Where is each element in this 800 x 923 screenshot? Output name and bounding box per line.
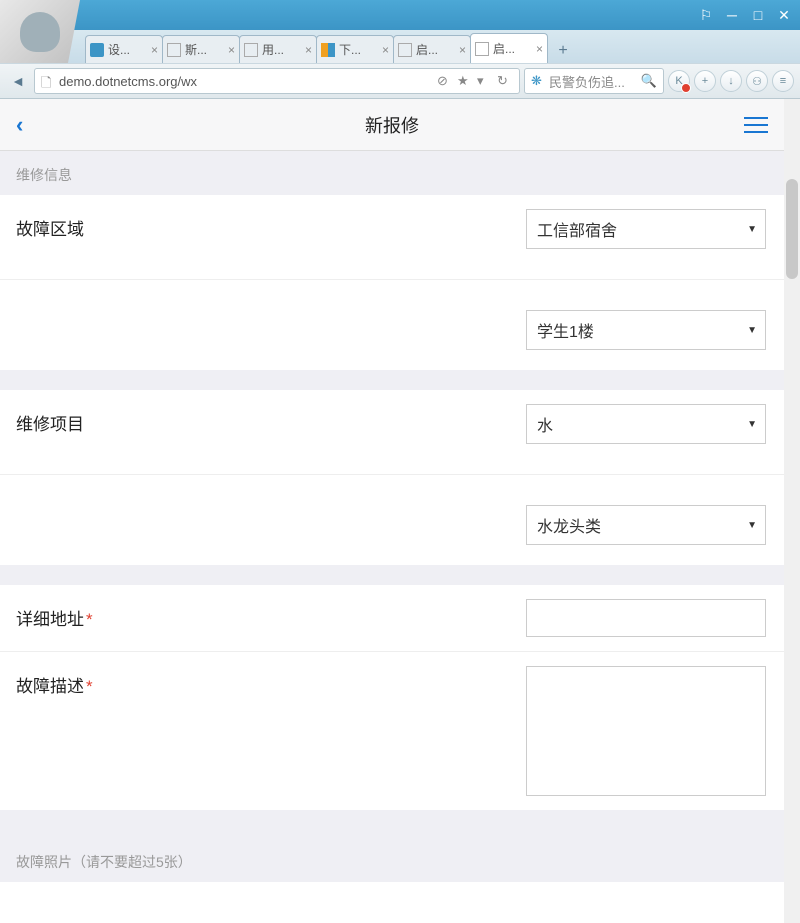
repair-item-label: 维修项目 — [16, 404, 216, 435]
select-value: 工信部宿舍 — [537, 217, 617, 241]
maximize-button[interactable]: □ — [746, 5, 770, 25]
scrollbar-track[interactable] — [784, 99, 800, 923]
ext-button-game[interactable]: ⚇ — [746, 70, 768, 92]
back-nav-button[interactable]: ◄ — [6, 69, 30, 93]
page-viewport: ‹ 新报修 维修信息 故障区域 工信部宿舍 — [0, 99, 800, 923]
tab-title: 斯... — [185, 41, 226, 58]
fault-area-select-1[interactable]: 工信部宿舍 — [526, 209, 766, 249]
browser-tab-0[interactable]: 设... × — [85, 35, 163, 63]
required-mark: * — [86, 610, 93, 629]
page-icon — [398, 43, 412, 57]
description-label: 故障描述* — [16, 666, 216, 697]
security-icon: 🗋 — [41, 74, 55, 88]
section-photos: 故障照片（请不要超过5张） — [0, 838, 784, 882]
page-icon — [244, 43, 258, 57]
paw-icon: ❋ — [531, 73, 545, 89]
mobile-header: ‹ 新报修 — [0, 99, 784, 151]
browser-tab-1[interactable]: 斯... × — [162, 35, 240, 63]
star-icon[interactable]: ★ — [457, 73, 473, 89]
search-icon[interactable]: 🔍 — [641, 73, 657, 89]
tab-title: 用... — [262, 41, 303, 58]
browser-tab-3[interactable]: 下... × — [316, 35, 394, 63]
browser-logo-icon[interactable] — [0, 0, 80, 63]
browser-window: ⚐ ─ □ ✕ 设... × 斯... × 用... × 下... × 启... — [0, 0, 800, 923]
browser-tab-2[interactable]: 用... × — [239, 35, 317, 63]
url-box[interactable]: 🗋 demo.dotnetcms.org/wx ⊘ ★ ▾ ↻ — [34, 68, 520, 94]
tab-close-icon[interactable]: × — [382, 43, 389, 57]
ext-button-menu[interactable]: ≡ — [772, 70, 794, 92]
section-maintenance-info: 维修信息 — [0, 151, 784, 195]
required-mark: * — [86, 677, 93, 696]
page-icon — [475, 42, 489, 56]
description-textarea[interactable] — [526, 666, 766, 796]
repair-item-group: 维修项目 水 水龙头类 — [0, 390, 784, 565]
tab-close-icon[interactable]: × — [305, 43, 312, 57]
select-value: 学生1楼 — [537, 318, 594, 342]
url-actions: ⊘ ★ ▾ ↻ — [437, 73, 513, 89]
fault-area-select-2[interactable]: 学生1楼 — [526, 310, 766, 350]
minimize-button[interactable]: ─ — [720, 5, 744, 25]
window-controls: ⚐ ─ □ ✕ — [0, 0, 800, 30]
tab-title: 启... — [416, 41, 457, 58]
dropdown-icon[interactable]: ▾ — [477, 73, 493, 89]
page-icon — [321, 43, 335, 57]
back-button[interactable]: ‹ — [16, 112, 46, 138]
address-label: 详细地址* — [16, 599, 216, 630]
ext-button-plus[interactable]: + — [694, 70, 716, 92]
tab-bar: 设... × 斯... × 用... × 下... × 启... × 启... … — [0, 30, 800, 63]
ext-button-k[interactable]: K — [668, 70, 690, 92]
scrollbar-thumb[interactable] — [786, 179, 798, 279]
fault-area-label: 故障区域 — [16, 209, 216, 240]
search-box[interactable]: ❋ 民警负伤追... 🔍 — [524, 68, 664, 94]
shield-icon[interactable]: ⊘ — [437, 73, 453, 89]
tab-close-icon[interactable]: × — [459, 43, 466, 57]
tab-title: 下... — [339, 41, 380, 58]
search-placeholder: 民警负伤追... — [549, 72, 641, 91]
address-bar: ◄ 🗋 demo.dotnetcms.org/wx ⊘ ★ ▾ ↻ ❋ 民警负伤… — [0, 63, 800, 99]
tab-title: 设... — [108, 41, 149, 58]
select-value: 水 — [537, 412, 553, 436]
tab-close-icon[interactable]: × — [151, 43, 158, 57]
tab-icon — [90, 43, 104, 57]
photo-upload-area[interactable] — [0, 882, 784, 923]
tab-close-icon[interactable]: × — [536, 42, 543, 56]
select-value: 水龙头类 — [537, 513, 601, 537]
page-content: ‹ 新报修 维修信息 故障区域 工信部宿舍 — [0, 99, 784, 923]
browser-tab-5[interactable]: 启... × — [470, 33, 548, 63]
new-tab-button[interactable]: + — [551, 39, 575, 63]
tab-close-icon[interactable]: × — [228, 43, 235, 57]
notification-icon[interactable]: ⚐ — [694, 5, 718, 25]
url-text: demo.dotnetcms.org/wx — [59, 74, 437, 89]
repair-item-select-1[interactable]: 水 — [526, 404, 766, 444]
browser-tab-4[interactable]: 启... × — [393, 35, 471, 63]
alert-badge-icon — [681, 83, 691, 93]
repair-item-select-2[interactable]: 水龙头类 — [526, 505, 766, 545]
refresh-icon[interactable]: ↻ — [497, 73, 513, 89]
address-label-text: 详细地址 — [16, 610, 84, 629]
ext-button-down[interactable]: ↓ — [720, 70, 742, 92]
fault-area-group: 故障区域 工信部宿舍 学生1楼 — [0, 195, 784, 370]
close-window-button[interactable]: ✕ — [772, 5, 796, 25]
menu-button[interactable] — [744, 117, 768, 133]
description-label-text: 故障描述 — [16, 677, 84, 696]
page-icon — [167, 43, 181, 57]
address-input[interactable] — [526, 599, 766, 637]
page-title: 新报修 — [365, 112, 419, 138]
tab-title: 启... — [493, 40, 534, 57]
detail-group: 详细地址* 故障描述* — [0, 585, 784, 810]
